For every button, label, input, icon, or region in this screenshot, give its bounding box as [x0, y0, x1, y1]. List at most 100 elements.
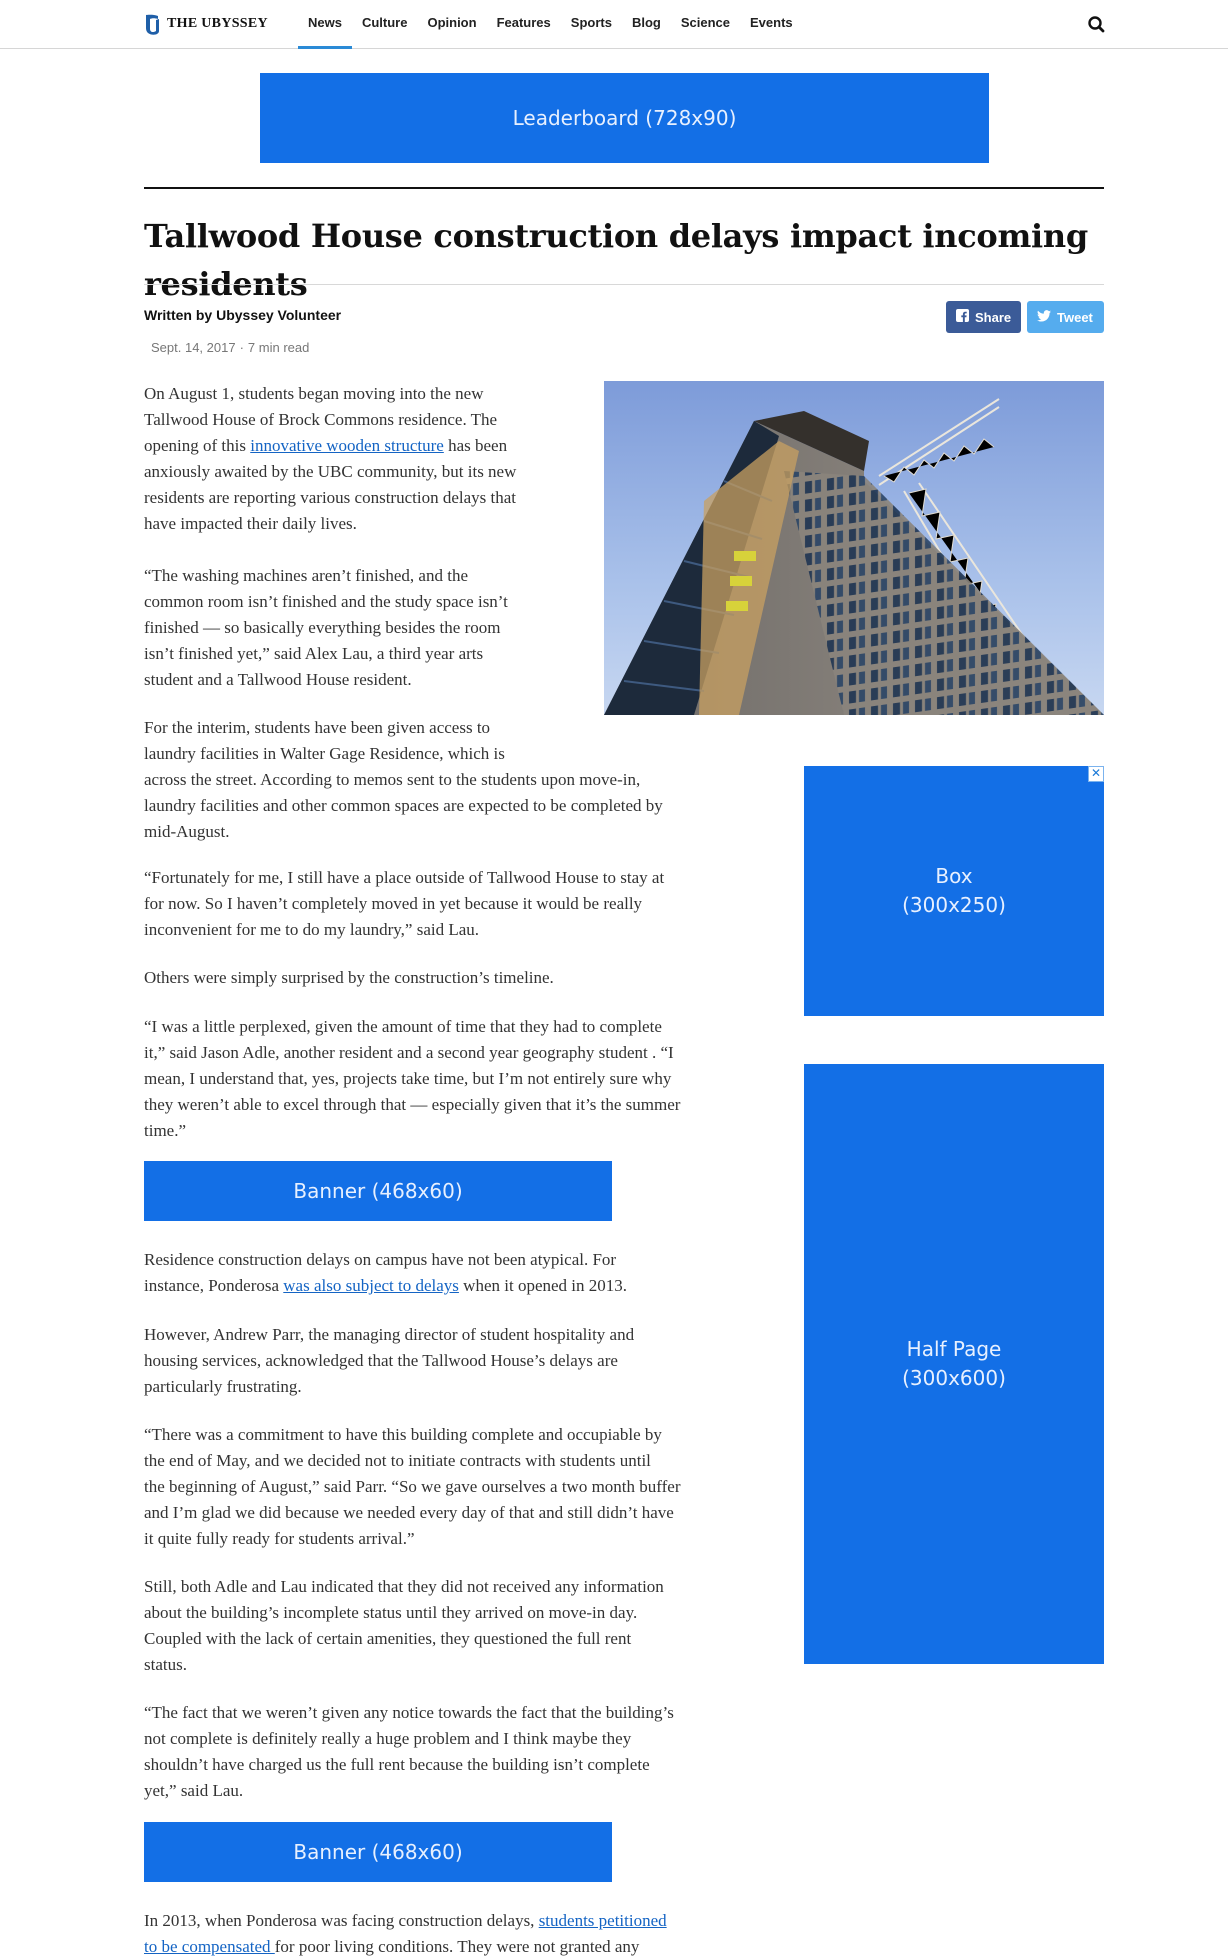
article-date: Sept. 14, 2017: [151, 340, 236, 355]
paragraph-line: finished — so basically everything besid…: [144, 618, 501, 637]
headline-bottom-rule: [144, 284, 1104, 285]
paragraph-text: has been: [443, 436, 508, 455]
top-navbar: THE UBYSSEY News Culture Opinion Feature…: [0, 0, 1228, 49]
article-paragraph-6: “I was a little perplexed, given the amo…: [144, 1014, 680, 1144]
search-icon[interactable]: [1086, 14, 1108, 36]
nav-link-sports[interactable]: Sports: [561, 0, 622, 49]
box-ad[interactable]: Box (300x250) ✕: [804, 766, 1104, 1016]
ad-close-icon[interactable]: ✕: [1088, 766, 1104, 782]
article-read-time: 7 min read: [247, 340, 310, 355]
paragraph-line: “The fact that we weren’t given any noti…: [144, 1703, 674, 1722]
paragraph-line: about the building’s incomplete status u…: [144, 1603, 638, 1622]
paragraph-line: the beginning of August,” said Parr. “So…: [144, 1477, 681, 1496]
meta-separator: ·: [239, 340, 244, 355]
paragraph-line: isn’t finished yet,” said Alex Lau, a th…: [144, 644, 484, 663]
paragraph-line: Coupled with the lack of certain ameniti…: [144, 1629, 632, 1648]
paragraph-line: it,” said Jason Adle, another resident a…: [144, 1043, 674, 1062]
paragraph-text: for poor living conditions. They were no…: [274, 1937, 640, 1956]
half-page-ad[interactable]: Half Page (300x600): [804, 1064, 1104, 1664]
paragraph-line: anxiously awaited by the UBC community, …: [144, 462, 517, 481]
banner-ad-1-label: Banner (468x60): [293, 1178, 463, 1203]
nav-link-news[interactable]: News: [298, 0, 352, 49]
box-ad-label-line: Box: [935, 864, 973, 888]
article-paragraph-3: For the interim, students have been give…: [144, 715, 663, 845]
paragraph-line: laundry facilities and other common spac…: [144, 796, 663, 815]
article-paragraph-4: “Fortunately for me, I still have a plac…: [144, 865, 664, 943]
article-paragraph-9: “There was a commitment to have this bui…: [144, 1422, 681, 1552]
paragraph-line: the end of May, and we decided not to in…: [144, 1451, 651, 1470]
article-hero-image[interactable]: [604, 381, 1104, 715]
facebook-share-label: Share: [975, 309, 1012, 325]
paragraph-text: when it opened in 2013.: [458, 1276, 628, 1295]
paragraph-line: for now. So I haven’t completely moved i…: [144, 894, 643, 913]
banner-ad-1[interactable]: Banner (468x60): [144, 1161, 612, 1221]
nav-link-culture[interactable]: Culture: [352, 0, 418, 49]
half-page-ad-label: Half Page (300x600): [902, 1335, 1006, 1393]
paragraph-line: mid-August.: [144, 822, 230, 841]
article-paragraph-7: Residence construction delays on campus …: [144, 1247, 627, 1299]
nav-link-opinion[interactable]: Opinion: [417, 0, 486, 49]
paragraph-text: instance, Ponderosa: [144, 1276, 284, 1295]
paragraph-line: “I was a little perplexed, given the amo…: [144, 1017, 662, 1036]
paragraph-line: yet,” said Lau.: [144, 1781, 244, 1800]
banner-ad-2[interactable]: Banner (468x60): [144, 1822, 612, 1882]
paragraph-line: inconvenient for me to do my laundry,” s…: [144, 920, 480, 939]
paragraph-text: In 2013, when Ponderosa was facing const…: [144, 1911, 539, 1930]
facebook-share-button[interactable]: Share: [946, 301, 1021, 333]
paragraph-line: In 2013, when Ponderosa was facing const…: [144, 1908, 667, 1934]
paragraph-line: “Fortunately for me, I still have a plac…: [144, 868, 665, 887]
nav-link-events[interactable]: Events: [740, 0, 803, 49]
paragraph-line: housing services, acknowledged that the …: [144, 1351, 618, 1370]
paragraph-line: status.: [144, 1655, 187, 1674]
innovative-wooden-structure-link[interactable]: innovative wooden structure: [250, 436, 444, 455]
to-be-compensated-link[interactable]: to be compensated: [144, 1937, 275, 1956]
paragraph-line: residents are reporting various construc…: [144, 488, 516, 507]
paragraph-line: “There was a commitment to have this bui…: [144, 1425, 662, 1444]
facebook-icon: [956, 309, 969, 325]
paragraph-line: student and a Tallwood House resident.: [144, 670, 412, 689]
paragraph-line: not complete is definitely really a huge…: [144, 1729, 632, 1748]
twitter-tweet-button[interactable]: Tweet: [1027, 301, 1104, 333]
paragraph-line: Tallwood House of Brock Commons residenc…: [144, 410, 498, 429]
nav-link-blog[interactable]: Blog: [622, 0, 671, 49]
paragraph-line: particularly frustrating.: [144, 1377, 302, 1396]
nav-link-features[interactable]: Features: [487, 0, 561, 49]
paragraph-line: However, Andrew Parr, the managing direc…: [144, 1325, 635, 1344]
paragraph-line: Others were simply surprised by the cons…: [144, 968, 554, 987]
leaderboard-ad[interactable]: Leaderboard (728x90): [260, 73, 989, 163]
paragraph-line: “The washing machines aren’t finished, a…: [144, 566, 468, 585]
paragraph-line: time.”: [144, 1121, 187, 1140]
article-headline: Tallwood House construction delays impac…: [144, 217, 1088, 303]
paragraph-line: have impacted their daily lives.: [144, 514, 357, 533]
article-meta: Sept. 14, 2017 · 7 min read: [151, 340, 309, 355]
article-paragraph-8: However, Andrew Parr, the managing direc…: [144, 1322, 634, 1400]
paragraph-line: it quite fully ready for students arriva…: [144, 1529, 415, 1548]
paragraph-line: Residence construction delays on campus …: [144, 1250, 617, 1269]
site-logo[interactable]: THE UBYSSEY: [143, 13, 268, 35]
article-paragraph-11: “The fact that we weren’t given any noti…: [144, 1700, 674, 1804]
paragraph-line: and I’m glad we did because we needed ev…: [144, 1503, 674, 1522]
paragraph-line: On August 1, students began moving into …: [144, 384, 484, 403]
paragraph-line: opening of this innovative wooden struct…: [144, 433, 516, 459]
article-paragraph-12: In 2013, when Ponderosa was facing const…: [144, 1908, 667, 1958]
leaderboard-ad-label: Leaderboard (728x90): [512, 105, 737, 130]
paragraph-line: shouldn’t have charged us the full rent …: [144, 1755, 650, 1774]
article-byline[interactable]: Written by Ubyssey Volunteer: [144, 307, 341, 323]
banner-ad-2-label: Banner (468x60): [293, 1839, 463, 1864]
paragraph-line: common room isn’t finished and the study…: [144, 592, 508, 611]
article-paragraph-10: Still, both Adle and Lau indicated that …: [144, 1574, 664, 1678]
paragraph-line: to be compensated for poor living condit…: [144, 1934, 667, 1958]
paragraph-line: For the interim, students have been give…: [144, 718, 491, 737]
paragraph-line: across the street. According to memos se…: [144, 770, 641, 789]
article-paragraph-2: “The washing machines aren’t finished, a…: [144, 563, 508, 693]
section-nav: News Culture Opinion Features Sports Blo…: [298, 0, 803, 49]
paragraph-line: instance, Ponderosa was also subject to …: [144, 1273, 627, 1299]
half-page-ad-label-line: Half Page: [906, 1337, 1002, 1361]
subject-to-delays-link[interactable]: was also subject to delays: [283, 1276, 459, 1295]
paragraph-line: mean, I understand that, yes, projects t…: [144, 1069, 672, 1088]
twitter-icon: [1037, 309, 1051, 325]
ubyssey-logo-icon: [143, 13, 161, 35]
box-ad-label: Box (300x250): [902, 862, 1006, 920]
nav-link-science[interactable]: Science: [671, 0, 740, 49]
students-petitioned-link[interactable]: students petitioned: [539, 1911, 667, 1930]
